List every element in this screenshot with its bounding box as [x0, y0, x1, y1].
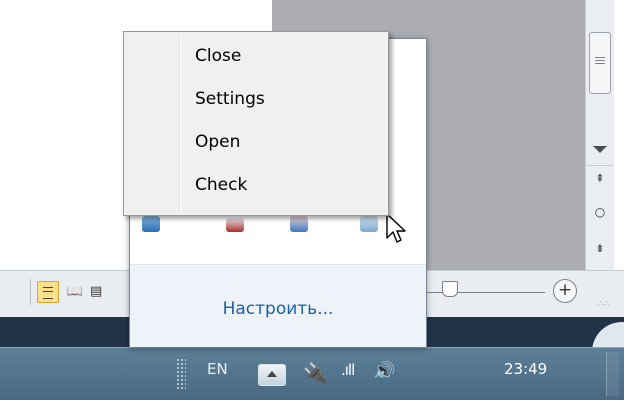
context-menu: Close Settings Open Check [123, 31, 389, 216]
scroll-grip-icon [595, 57, 605, 58]
menu-item-open[interactable]: Open [126, 124, 384, 164]
vertical-scrollbar[interactable]: ⇞ ○ ⇟ [585, 0, 614, 270]
zoom-in-button[interactable]: + [553, 279, 577, 303]
full-screen-reading-view-button[interactable]: 📖 [64, 281, 86, 303]
scroll-down-arrow-icon[interactable] [593, 146, 607, 153]
menu-item-settings[interactable]: Settings [126, 81, 384, 121]
menu-item-label: Open [195, 132, 241, 152]
tray-icon-row [130, 214, 426, 242]
speaker-icon[interactable]: 🔊 [373, 361, 395, 382]
signal-bars-icon[interactable]: .ıll [341, 361, 355, 379]
app-tray-icon[interactable] [142, 216, 160, 232]
web-layout-view-button[interactable]: ▤ [90, 281, 112, 303]
mouse-pointer-icon [386, 213, 406, 243]
menu-item-check[interactable]: Check [126, 167, 384, 207]
language-indicator[interactable]: EN [207, 360, 228, 378]
menu-item-close[interactable]: Close [126, 38, 384, 78]
menu-item-label: Check [195, 175, 248, 195]
taskbar: EN 🔌 .ıll 🔊 23:49 [0, 347, 624, 400]
red-tray-icon[interactable] [226, 218, 244, 232]
previous-page-button[interactable]: ⇞ [586, 172, 614, 185]
select-browse-object-button[interactable]: ○ [586, 205, 614, 219]
scrollbar-separator [586, 165, 614, 166]
scrollbar-thumb[interactable] [589, 32, 611, 94]
zoom-slider-thumb[interactable] [442, 281, 458, 297]
show-hidden-icons-button[interactable] [258, 364, 286, 386]
blue-tray-icon[interactable] [290, 216, 308, 232]
menu-item-label: Close [195, 46, 242, 66]
tray-popup-footer: Настроить... [130, 264, 426, 347]
network-tray-icon[interactable] [360, 216, 378, 232]
customize-link[interactable]: Настроить... [130, 299, 426, 319]
next-page-button[interactable]: ⇟ [586, 242, 614, 255]
print-layout-view-button[interactable] [37, 281, 59, 303]
resize-grip-icon[interactable]: ∴∴ [598, 299, 610, 308]
taskbar-clock[interactable]: 23:49 [504, 360, 547, 378]
show-desktop-button[interactable] [606, 352, 619, 396]
menu-item-label: Settings [195, 89, 265, 109]
status-divider [30, 279, 31, 305]
taskbar-grip-icon[interactable] [176, 358, 186, 390]
power-plug-icon[interactable]: 🔌 [303, 361, 328, 385]
